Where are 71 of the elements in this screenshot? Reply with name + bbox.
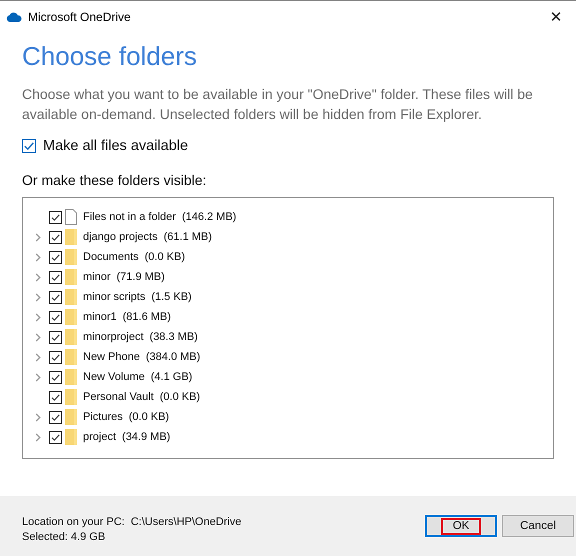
folder-icon bbox=[65, 369, 77, 385]
chevron-icon[interactable] bbox=[35, 292, 41, 302]
window-title: Microsoft OneDrive bbox=[28, 10, 132, 24]
folder-icon bbox=[65, 349, 77, 365]
folder-icon bbox=[65, 289, 77, 305]
folder-name: django projects bbox=[83, 231, 158, 243]
folder-icon bbox=[65, 389, 77, 405]
checkbox[interactable] bbox=[49, 350, 62, 364]
chevron-icon[interactable] bbox=[35, 372, 41, 382]
checkbox-label: Make all files available bbox=[43, 138, 188, 154]
chevron-icon[interactable] bbox=[35, 332, 41, 342]
folder-icon bbox=[65, 229, 77, 245]
location-path: C:\Users\HP\OneDrive bbox=[130, 516, 242, 528]
folder-size: (71.9 MB) bbox=[116, 271, 165, 283]
checkbox[interactable] bbox=[49, 430, 62, 444]
checkbox[interactable] bbox=[49, 330, 62, 344]
folder-size: (0.0 KB) bbox=[128, 411, 170, 423]
folder-size: (384.0 MB) bbox=[146, 351, 200, 363]
chevron-icon[interactable] bbox=[35, 312, 41, 322]
folder-size: (34.9 MB) bbox=[122, 431, 170, 443]
folder-size: (0.0 KB) bbox=[144, 251, 185, 263]
list-label: Or make these folders visible: bbox=[22, 172, 208, 188]
location-label: Location on your PC: bbox=[22, 516, 125, 528]
ok-button[interactable]: OK bbox=[425, 515, 497, 537]
folder-name: New Phone bbox=[83, 351, 140, 363]
folder-name: Pictures bbox=[83, 411, 123, 423]
checkbox[interactable] bbox=[49, 290, 62, 304]
folder-size: (81.6 MB) bbox=[122, 311, 171, 323]
checkbox[interactable] bbox=[49, 390, 62, 404]
folder-name: Files not in a folder bbox=[83, 211, 176, 223]
folder-icon bbox=[65, 429, 77, 445]
folder-size: (0.0 KB) bbox=[160, 391, 200, 403]
file-icon bbox=[65, 209, 77, 225]
checkbox[interactable] bbox=[22, 139, 36, 153]
cloud-icon bbox=[6, 12, 22, 22]
close-button[interactable]: ✕ bbox=[536, 2, 576, 32]
checkbox[interactable] bbox=[49, 370, 62, 384]
folder-name: Documents bbox=[83, 251, 139, 263]
checkbox[interactable] bbox=[49, 210, 62, 224]
checkbox[interactable] bbox=[49, 270, 62, 284]
checkbox[interactable] bbox=[49, 310, 62, 324]
folder-icon bbox=[65, 249, 77, 265]
checkbox[interactable] bbox=[49, 410, 62, 424]
chevron-icon[interactable] bbox=[35, 252, 41, 262]
folder-size: (146.2 MB) bbox=[182, 211, 236, 223]
folder-size: (1.5 KB) bbox=[151, 291, 192, 303]
folder-name: New Volume bbox=[83, 371, 145, 383]
checkbox[interactable] bbox=[49, 250, 62, 264]
chevron-icon[interactable] bbox=[35, 432, 41, 442]
checkbox[interactable] bbox=[49, 230, 62, 244]
folder-size: (38.3 MB) bbox=[150, 331, 198, 343]
chevron-icon[interactable] bbox=[35, 232, 41, 242]
description-text: Choose what you want to be available in your "OneDrive" folder. These files will be available on-demand. Unselected folders will be hidden from File Explorer. bbox=[22, 85, 534, 124]
folder-size: (61.1 MB) bbox=[164, 231, 212, 243]
chevron-icon[interactable] bbox=[35, 272, 41, 282]
folder-icon bbox=[65, 269, 77, 285]
folder-size: (4.1 GB) bbox=[150, 371, 192, 383]
page-heading: Choose folders bbox=[22, 40, 198, 72]
folder-name: minor scripts bbox=[83, 291, 146, 303]
folder-icon bbox=[65, 329, 77, 345]
folder-icon bbox=[65, 409, 77, 425]
chevron-icon[interactable] bbox=[35, 412, 41, 422]
cancel-button[interactable]: Cancel bbox=[502, 515, 574, 537]
folder-name: project bbox=[83, 431, 116, 443]
folder-name: Personal Vault bbox=[83, 391, 154, 403]
folder-name: minor bbox=[83, 271, 111, 283]
folder-icon bbox=[65, 309, 77, 325]
chevron-icon[interactable] bbox=[35, 352, 41, 362]
selected-size: Selected: 4.9 GB bbox=[22, 530, 106, 542]
folder-name: minorproject bbox=[83, 331, 144, 343]
folder-name: minor1 bbox=[83, 311, 117, 323]
